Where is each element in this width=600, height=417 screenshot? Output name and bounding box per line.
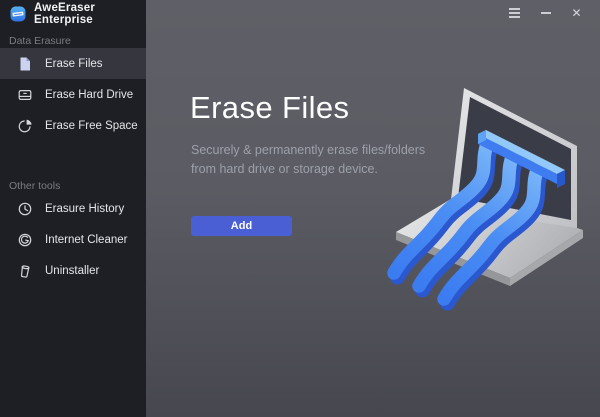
titlebar: ✕ <box>499 0 600 26</box>
sidebar-item-label: Erase Hard Drive <box>45 89 133 101</box>
sidebar-item-erasure-history[interactable]: Erasure History <box>0 193 146 224</box>
hard-drive-icon <box>17 87 33 103</box>
sidebar-item-erase-hard-drive[interactable]: Erase Hard Drive <box>0 79 146 110</box>
sidebar-item-label: Erase Free Space <box>45 120 138 132</box>
sidebar-item-uninstaller[interactable]: Uninstaller <box>0 255 146 286</box>
sidebar-item-label: Erase Files <box>45 58 103 70</box>
app-logo-icon <box>10 6 26 22</box>
app-title: AweEraser Enterprise <box>34 2 146 26</box>
sidebar-item-internet-cleaner[interactable]: Internet Cleaner <box>0 224 146 255</box>
main-panel: ✕ Erase Files Securely & permanently era… <box>146 0 600 417</box>
cleaner-swirl-icon <box>17 232 33 248</box>
sidebar-item-label: Internet Cleaner <box>45 234 127 246</box>
menu-button[interactable] <box>499 1 530 25</box>
sidebar-item-erase-free-space[interactable]: Erase Free Space <box>0 110 146 141</box>
minimize-button[interactable] <box>530 1 561 25</box>
laptop-shredder-illustration <box>385 80 595 320</box>
close-icon: ✕ <box>571 7 581 19</box>
section-label-data-erasure: Data Erasure <box>0 34 146 48</box>
app-window: AweEraser Enterprise Data Erasure Erase … <box>0 0 600 417</box>
sidebar: AweEraser Enterprise Data Erasure Erase … <box>0 0 146 417</box>
sidebar-item-label: Uninstaller <box>45 265 99 277</box>
app-header: AweEraser Enterprise <box>0 0 146 28</box>
add-button[interactable]: Add <box>191 216 292 236</box>
section-label-other-tools: Other tools <box>0 179 146 193</box>
file-icon <box>17 56 33 72</box>
page-title: Erase Files <box>190 90 349 126</box>
hamburger-menu-icon <box>509 8 520 18</box>
trash-icon <box>17 263 33 279</box>
sidebar-item-erase-files[interactable]: Erase Files <box>0 48 146 79</box>
pie-chart-icon <box>17 118 33 134</box>
minimize-icon <box>541 12 551 14</box>
sidebar-item-label: Erasure History <box>45 203 124 215</box>
close-button[interactable]: ✕ <box>561 1 592 25</box>
clock-icon <box>17 201 33 217</box>
